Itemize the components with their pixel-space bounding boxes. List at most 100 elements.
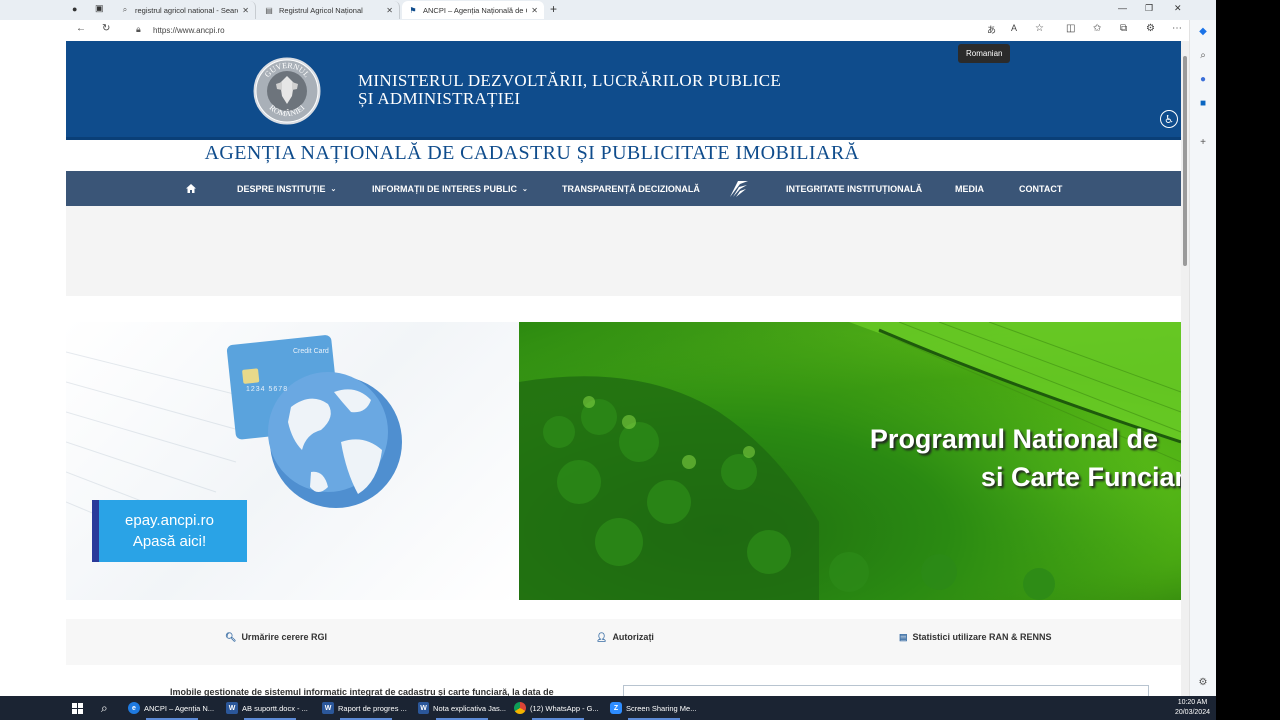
translate-tooltip: Romanian <box>958 44 1011 63</box>
word-icon: W <box>418 702 430 714</box>
taskbar-app-edge[interactable]: e ANCPI – Agenția N... <box>128 698 216 720</box>
refresh-icon[interactable]: ↻ <box>102 23 110 34</box>
page-scrollbar[interactable] <box>1181 41 1189 696</box>
word-icon: W <box>226 702 238 714</box>
tab-search[interactable]: ⌕ registrul agricol national - Searc ✕ <box>114 1 256 19</box>
program-title-line1: Programul National de <box>869 424 1158 454</box>
home-icon <box>186 184 196 193</box>
link-label: Urmărire cerere RGI <box>241 632 327 642</box>
link-urmarire-cerere[interactable]: 🔍︎ Urmărire cerere RGI <box>225 619 327 655</box>
maximize-icon[interactable]: ❐ <box>1145 3 1153 14</box>
chevron-down-icon: ⌄ <box>522 185 528 193</box>
browser-tab-bar: ● ▣ ⌕ registrul agricol national - Searc… <box>0 0 1216 20</box>
add-icon[interactable]: + <box>1197 136 1209 148</box>
taskbar-app-word-2[interactable]: W Raport de progres ... <box>322 698 410 720</box>
nav-media[interactable]: MEDIA <box>955 171 984 206</box>
collections-icon[interactable]: ⧉ <box>1120 23 1127 34</box>
nav-label: MEDIA <box>955 183 984 194</box>
ancpi-logo-icon <box>730 180 748 197</box>
read-aloud-icon[interactable]: A <box>1011 23 1017 33</box>
tab-title: registrul agricol national - Searc <box>135 5 239 15</box>
extensions-icon[interactable]: ⚙ <box>1146 23 1155 34</box>
search-icon[interactable]: ⌕ <box>101 698 108 718</box>
taskbar-app-chrome[interactable]: (12) WhatsApp - G... <box>514 698 602 720</box>
shopping-icon[interactable]: ● <box>1197 73 1209 85</box>
nav-logo-link[interactable] <box>728 171 750 206</box>
taskbar-app-label: ANCPI – Agenția N... <box>144 703 215 713</box>
epay-link-button[interactable]: epay.ancpi.ro Apasă aici! <box>92 500 247 562</box>
nav-label: INTEGRITATE INSTITUȚIONALĂ <box>786 183 923 194</box>
nav-label: TRANSPARENȚĂ DECIZIONALĂ <box>562 183 700 194</box>
header-divider <box>66 137 1181 140</box>
link-statistici[interactable]: ▤ Statistici utilizare RAN & RENNS <box>899 619 1052 655</box>
nav-home[interactable] <box>186 171 196 206</box>
taskbar-app-label: Nota explicativa Jas... <box>433 703 506 713</box>
taskbar-app-word-3[interactable]: W Nota explicativa Jas... <box>418 698 506 720</box>
nav-informatii-interes-public[interactable]: INFORMAȚII DE INTERES PUBLIC ⌄ <box>372 171 528 206</box>
close-icon[interactable]: ✕ <box>531 6 538 15</box>
quick-links-row: 🔍︎ Urmărire cerere RGI 👤︎ Autorizați ▤ S… <box>66 619 1181 665</box>
document-icon: ▤ <box>899 631 908 642</box>
back-icon[interactable]: ← <box>76 23 86 34</box>
profile-icon[interactable]: ● <box>72 4 77 14</box>
scrollbar-thumb[interactable] <box>1183 56 1187 266</box>
chrome-icon <box>514 702 526 714</box>
government-emblem[interactable]: GUVERNUL ROMÂNIEI <box>252 56 322 126</box>
tab-actions-icon[interactable]: ▣ <box>95 3 104 14</box>
agency-title: AGENȚIA NAȚIONALĂ DE CADASTRU ȘI PUBLICI… <box>204 142 860 164</box>
tab-title: ANCPI – Agenția Națională de C <box>423 5 528 15</box>
program-national-banner[interactable]: Programul National de si Carte Funciar <box>519 322 1181 600</box>
minimize-icon[interactable]: — <box>1118 3 1127 13</box>
search-icon: 🔍︎ <box>225 631 237 642</box>
nav-label: DESPRE INSTITUȚIE <box>237 183 326 194</box>
taskbar-app-word-1[interactable]: W AB suportt.docx - ... <box>226 698 314 720</box>
close-window-icon[interactable]: ✕ <box>1174 3 1182 14</box>
close-icon[interactable]: ✕ <box>242 6 249 15</box>
tab-ancpi[interactable]: ⚑ ANCPI – Agenția Națională de C ✕ <box>402 1 544 19</box>
statistics-intro-text: Imobile gestionate de sistemul informati… <box>170 687 554 696</box>
main-navigation: DESPRE INSTITUȚIE ⌄ INFORMAȚII DE INTERE… <box>66 171 1181 206</box>
taskbar-app-label: Screen Sharing Me... <box>626 703 697 713</box>
nav-transparenta-decizionala[interactable]: TRANSPARENȚĂ DECIZIONALĂ <box>562 171 700 206</box>
windows-icon <box>72 702 83 714</box>
search-icon: ⌕ <box>122 5 128 14</box>
link-autorizati[interactable]: 👤︎ Autorizați <box>596 619 654 655</box>
copilot-icon[interactable]: ◆ <box>1197 25 1209 37</box>
start-button[interactable] <box>72 698 83 718</box>
taskbar-app-zoom[interactable]: Z Screen Sharing Me... <box>610 698 698 720</box>
favorite-star-icon[interactable]: ☆ <box>1035 23 1044 34</box>
epay-url: epay.ancpi.ro <box>125 512 214 529</box>
edge-icon: e <box>128 702 140 714</box>
screen-border <box>1216 0 1280 720</box>
clock-time: 10:20 AM <box>1177 699 1208 706</box>
nav-label: CONTACT <box>1019 183 1063 194</box>
lock-icon[interactable]: 🔒︎ <box>136 24 141 35</box>
nav-label: INFORMAȚII DE INTERES PUBLIC <box>372 183 518 194</box>
settings-icon[interactable]: ⚙ <box>1197 676 1209 688</box>
split-screen-icon[interactable]: ◫ <box>1066 23 1075 34</box>
outlook-icon[interactable]: ■ <box>1197 97 1209 109</box>
translate-icon[interactable]: あ <box>987 23 996 36</box>
close-icon[interactable]: ✕ <box>386 6 393 15</box>
address-toolbar: ← ↻ 🔒︎ https://www.ancpi.ro あ A ☆ ◫ ✩ ⧉ … <box>0 20 1216 42</box>
accessibility-icon[interactable]: ♿︎ <box>1160 110 1178 128</box>
statistics-panel <box>623 685 1149 696</box>
url-field[interactable]: 🔒︎ https://www.ancpi.ro <box>128 22 1008 38</box>
ministry-title-line2: ȘI ADMINISTRAȚIEI <box>358 89 521 108</box>
nav-despre-institutie[interactable]: DESPRE INSTITUȚIE ⌄ <box>237 171 336 206</box>
ancpi-favicon: ⚑ <box>409 5 417 15</box>
nav-integritate-institutionala[interactable]: INTEGRITATE INSTITUȚIONALĂ <box>786 171 922 206</box>
chevron-down-icon: ⌄ <box>330 185 337 193</box>
tab-registrul[interactable]: ▤ Registrul Agricol Național ✕ <box>258 1 400 19</box>
epay-banner[interactable]: Credit Card 1234 5678 epay.ancpi.ro Apas… <box>66 322 519 600</box>
new-tab-button[interactable]: + <box>550 2 557 16</box>
edge-sidebar: ◆ ⌕ ● ■ + ⚙ <box>1189 20 1217 696</box>
system-clock[interactable]: 10:20 AM 20/03/2024 <box>1175 698 1210 718</box>
search-icon[interactable]: ⌕ <box>1197 49 1209 61</box>
favorites-icon[interactable]: ✩ <box>1093 23 1101 34</box>
tab-title: Registrul Agricol Național <box>279 5 363 15</box>
nav-contact[interactable]: CONTACT <box>1019 171 1062 206</box>
card-label: Credit Card <box>293 348 329 355</box>
taskbar-app-label: AB suportt.docx - ... <box>242 703 308 713</box>
more-menu-icon[interactable]: ⋯ <box>1172 23 1182 34</box>
